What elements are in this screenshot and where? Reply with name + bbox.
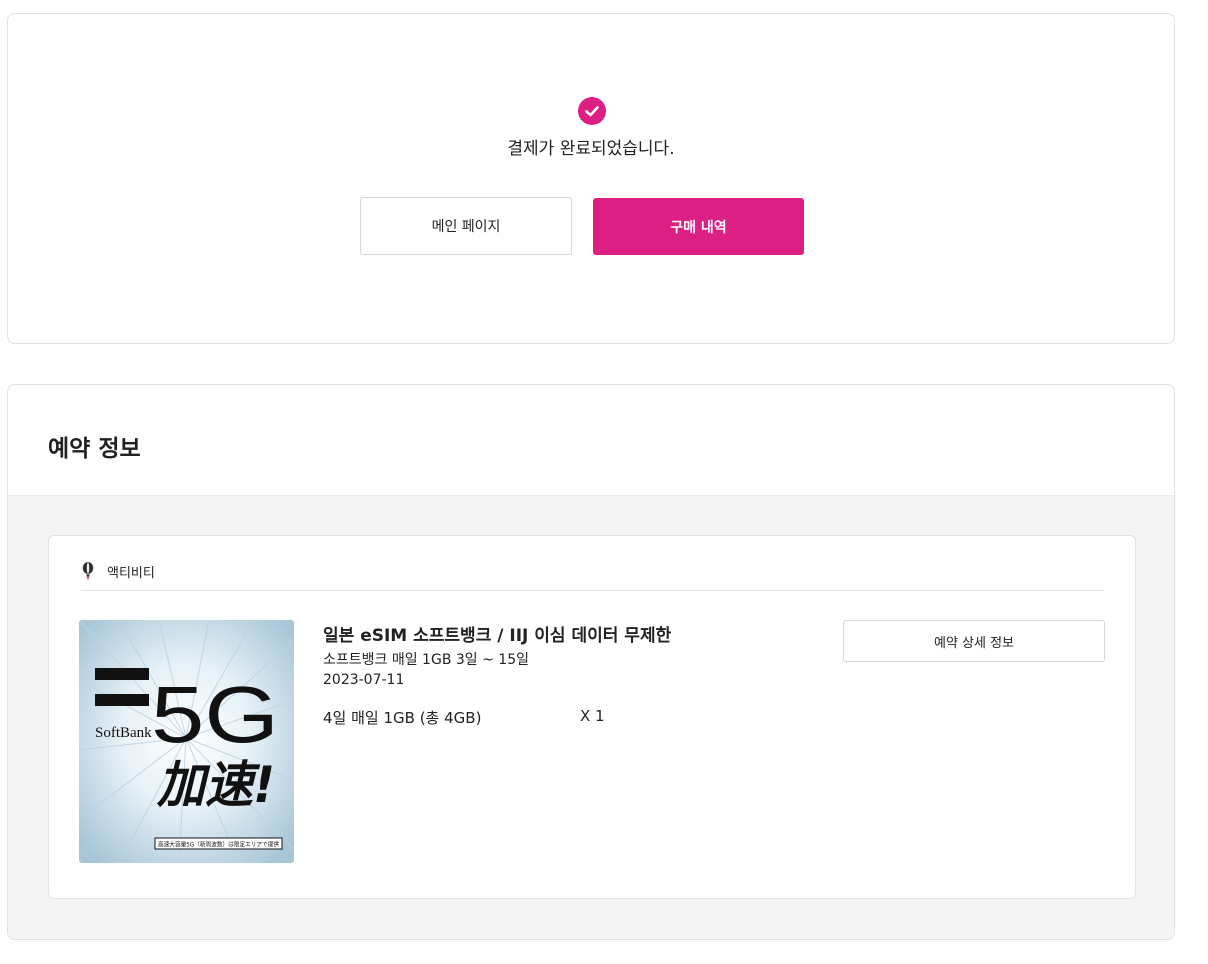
option-quantity: X 1	[580, 707, 605, 725]
check-circle-icon	[578, 97, 606, 125]
main-page-button[interactable]: 메인 페이지	[360, 197, 572, 255]
category-row: 액티비티	[81, 552, 1104, 591]
option-name: 4일 매일 1GB (총 4GB)	[323, 709, 482, 727]
product-image-footnote: 高速大容量5G（新周波数）は限定エリアで提供	[158, 841, 279, 849]
product-image[interactable]: SoftBank 5G 加速! 高速大容量5G（新周波数）は限定エリアで提供	[79, 620, 294, 863]
reservation-date: 2023-07-11	[323, 672, 405, 688]
product-image-subhead: 加速!	[156, 756, 275, 814]
payment-complete-card: 결제가 완료되었습니다. 메인 페이지 구매 내역	[7, 13, 1175, 344]
category-label: 액티비티	[107, 565, 155, 581]
balloon-icon	[82, 562, 94, 580]
payment-complete-message: 결제가 완료되었습니다.	[507, 139, 675, 159]
product-image-brand: SoftBank	[95, 725, 152, 741]
product-option-title: 소프트뱅크 매일 1GB 3일 ~ 15일	[323, 652, 529, 668]
reservation-detail-button[interactable]: 예약 상세 정보	[843, 620, 1105, 662]
reservation-item-card: 액티비티 SoftBank 5G 加速! 高速大容量5G（新周波数）は限定エリア…	[48, 535, 1136, 899]
reservation-body: 액티비티 SoftBank 5G 加速! 高速大容量5G（新周波数）は限定エリア…	[8, 496, 1174, 939]
reservation-title: 예약 정보	[48, 436, 141, 462]
reservation-info-card: 예약 정보 액티비티 SoftBank 5G 加速! 高速大容量5G（新周波数）…	[7, 384, 1175, 940]
product-name[interactable]: 일본 eSIM 소프트뱅크 / IIJ 이심 데이터 무제한	[323, 621, 671, 646]
reservation-header: 예약 정보	[8, 385, 1174, 496]
purchase-history-button[interactable]: 구매 내역	[593, 198, 804, 255]
product-image-headline: 5G	[151, 670, 279, 759]
